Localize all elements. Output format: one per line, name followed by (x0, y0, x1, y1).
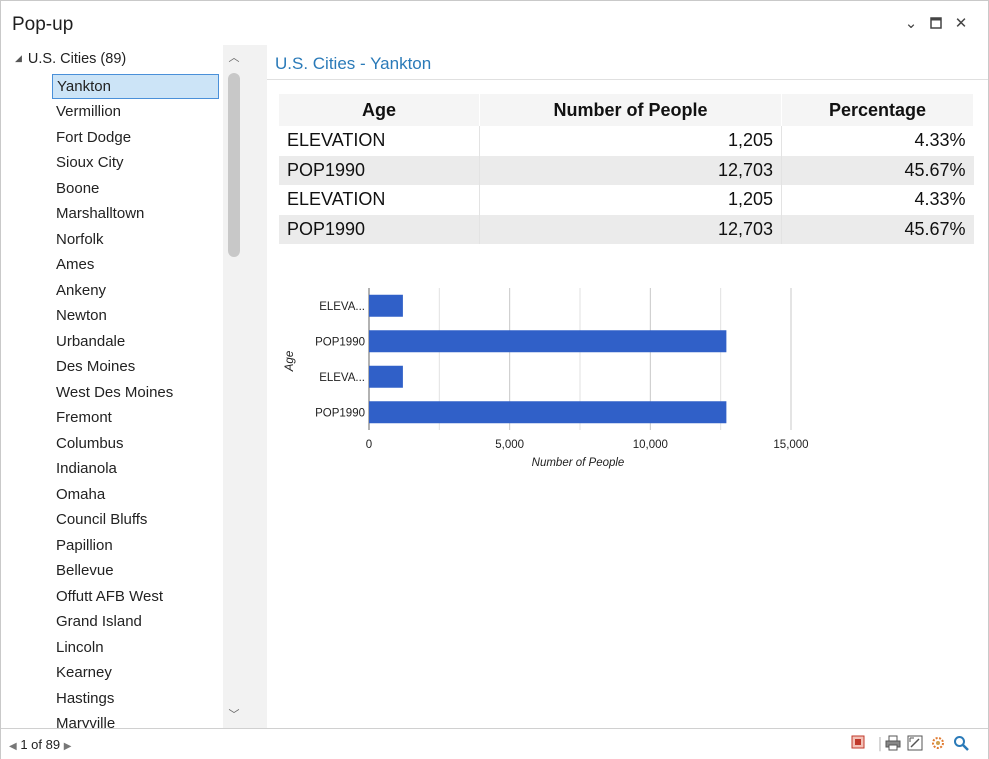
table-cell: POP1990 (279, 155, 480, 185)
attribute-table: Age Number of People Percentage ELEVATIO… (279, 94, 974, 244)
tree-root-label: U.S. Cities (89) (27, 51, 127, 67)
list-item[interactable]: Indianola (52, 456, 222, 482)
table-cell: 1,205 (479, 185, 782, 215)
table-row: POP1990 12,703 45.67% (279, 155, 974, 185)
tree-root[interactable]: ◢ U.S. Cities (89) (15, 51, 126, 67)
bar (369, 294, 403, 317)
table-cell: ELEVATION (279, 126, 480, 156)
bar-chart: ELEVA... POP1990 ELEVA... POP1990 0 5,000 10,0… (284, 288, 809, 469)
minimize-icon[interactable]: ⌄ (901, 13, 921, 33)
y-axis-title: Age (284, 351, 296, 372)
list-item[interactable]: Offutt AFB West (52, 584, 222, 610)
x-tick-label: 10,000 (633, 439, 668, 451)
settings-icon[interactable] (929, 735, 947, 753)
list-item[interactable]: Kearney (52, 660, 222, 686)
window-title: Pop-up (12, 14, 74, 35)
list-item[interactable]: Marshalltown (52, 201, 222, 227)
status-bar: ◀ 1 of 89 ▶ | (1, 728, 988, 759)
list-item[interactable]: Newton (52, 303, 222, 329)
list-item[interactable]: Lincoln (52, 635, 222, 661)
bar (369, 330, 727, 353)
record-pager: ◀ 1 of 89 ▶ (9, 737, 71, 752)
bar (369, 401, 727, 424)
table-header-age: Age (279, 94, 480, 126)
scroll-thumb[interactable] (228, 73, 240, 257)
tree-scrollbar[interactable]: ︿ ﹀ (223, 45, 245, 728)
table-cell: 12,703 (479, 214, 782, 244)
list-item[interactable]: Yankton (52, 74, 219, 99)
pager-text: 1 of 89 (20, 737, 61, 752)
close-icon[interactable]: ✕ (951, 13, 971, 33)
table-cell: 1,205 (479, 126, 782, 156)
table-cell: 4.33% (914, 130, 966, 151)
title-bar: Pop-up ⌄ ✕ (1, 1, 988, 45)
feature-tree: ◢ U.S. Cities (89) Yankton Vermillion Fort … (1, 45, 223, 728)
table-row: ELEVATION 1,205 4.33% (279, 126, 974, 156)
popup-heading: U.S. Cities - Yankton (275, 54, 432, 73)
list-item[interactable]: Boone (52, 176, 222, 202)
table-header-number: Number of People (479, 94, 782, 126)
table-cell: 45.67% (781, 214, 974, 244)
list-item[interactable]: Norfolk (52, 227, 222, 253)
y-tick-label: ELEVA... (319, 301, 365, 313)
table-cell: 12,703 (479, 155, 782, 185)
scroll-up-icon[interactable]: ︿ (223, 49, 245, 67)
y-tick-label: ELEVA... (319, 372, 365, 384)
list-item[interactable]: Des Moines (52, 354, 222, 380)
x-axis-title: Number of People (532, 457, 625, 469)
list-item[interactable]: Columbus (52, 431, 222, 457)
table-cell: ELEVATION (279, 185, 480, 215)
list-item[interactable]: Urbandale (52, 329, 222, 355)
zoom-to-icon[interactable] (906, 735, 924, 753)
heading-divider (267, 79, 988, 80)
print-icon[interactable] (884, 735, 902, 753)
y-tick-label: POP1990 (315, 336, 365, 348)
pane-splitter[interactable] (245, 45, 267, 728)
list-item[interactable]: Fremont (52, 405, 222, 431)
list-item[interactable]: Ames (52, 252, 222, 278)
previous-record-icon[interactable]: ◀ (9, 741, 17, 752)
list-item[interactable]: Bellevue (52, 558, 222, 584)
next-record-icon[interactable]: ▶ (64, 741, 72, 752)
popup-content: U.S. Cities - Yankton Age Number of Peop… (267, 45, 988, 728)
x-tick-label: 0 (366, 439, 372, 451)
expand-triangle-icon[interactable]: ◢ (15, 53, 22, 63)
city-list: Yankton Vermillion Fort Dodge Sioux City Boo… (52, 74, 222, 728)
popup-window: Pop-up ⌄ ✕ ◢ U.S. Cities (89) Yankton Verm… (0, 0, 989, 759)
y-tick-label: POP1990 (315, 407, 365, 419)
list-item[interactable]: Maryville (52, 711, 222, 728)
list-item[interactable]: Fort Dodge (52, 125, 222, 151)
table-header-percentage: Percentage (781, 94, 974, 126)
list-item[interactable]: Council Bluffs (52, 507, 222, 533)
list-item[interactable]: Omaha (52, 482, 222, 508)
x-tick-label: 5,000 (495, 439, 524, 451)
list-item[interactable]: Hastings (52, 686, 222, 712)
maximize-icon[interactable] (926, 13, 946, 33)
list-item[interactable]: Grand Island (52, 609, 222, 635)
search-icon[interactable] (952, 735, 970, 753)
table-cell: POP1990 (279, 214, 480, 244)
table-cell: 45.67% (781, 155, 974, 185)
list-item[interactable]: Papillion (52, 533, 222, 559)
scroll-down-icon[interactable]: ﹀ (223, 706, 245, 724)
list-item[interactable]: Ankeny (52, 278, 222, 304)
list-item[interactable]: Vermillion (52, 99, 222, 125)
x-tick-label: 15,000 (773, 439, 808, 451)
table-cell: 4.33% (914, 189, 966, 210)
flash-feature-icon[interactable] (849, 735, 867, 753)
table-row: ELEVATION 1,205 4.33% (279, 185, 974, 215)
list-item[interactable]: West Des Moines (52, 380, 222, 406)
list-item[interactable]: Sioux City (52, 150, 222, 176)
bar (369, 365, 403, 388)
table-row: POP1990 12,703 45.67% (279, 214, 974, 244)
